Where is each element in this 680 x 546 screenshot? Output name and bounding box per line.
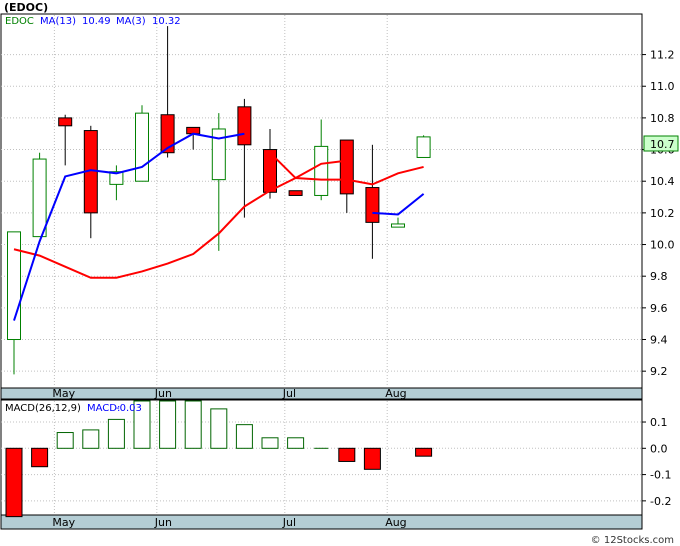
legend-ma13-label: MA(13) — [40, 16, 76, 27]
last-price-value: 10.7 — [650, 138, 675, 151]
candle-down — [288, 190, 303, 196]
price-tick-label: 10.0 — [650, 239, 675, 252]
price-tick-label: 10.4 — [650, 175, 675, 188]
month-label: May — [52, 387, 75, 400]
macd-xaxis-band — [0, 514, 643, 530]
macd-bar-positive — [107, 418, 125, 449]
price-xaxis-band — [0, 387, 643, 400]
macd-tick-label: 0.0 — [650, 442, 668, 455]
macd-tick-label: -0.1 — [650, 469, 671, 482]
candle-up — [416, 136, 431, 158]
price-macd-chart: 9.29.49.69.810.010.210.410.610.811.011.2… — [0, 13, 679, 530]
macd-bar-positive — [210, 408, 228, 449]
price-tick-label: 9.8 — [650, 270, 668, 283]
candle-up — [391, 223, 405, 228]
price-tick-label: 9.2 — [650, 365, 668, 378]
candle-down — [365, 187, 380, 223]
candle-up — [314, 145, 329, 196]
month-label-macd: Jul — [282, 516, 296, 529]
macd-bar-negative — [31, 447, 49, 468]
macd-tick-label: 0.1 — [650, 416, 668, 429]
price-tick-label: 10.2 — [650, 207, 675, 220]
candle-up — [211, 128, 226, 181]
price-tick-label: 11.2 — [650, 49, 675, 62]
month-label-macd: May — [52, 516, 75, 529]
price-tick-label: 10.8 — [650, 112, 675, 125]
candle-down — [237, 106, 252, 146]
macd-bar-negative — [5, 447, 23, 518]
macd-legend-value: -0.03 — [116, 403, 142, 414]
month-label-macd: Jun — [154, 516, 172, 529]
macd-bar-positive — [56, 432, 74, 449]
candle-up — [135, 112, 149, 182]
month-label: Jul — [282, 387, 296, 400]
legend-ma13-value: 10.49 — [82, 16, 111, 27]
candle-down — [58, 117, 73, 127]
candle-up — [32, 158, 47, 238]
macd-panel-frame — [0, 399, 643, 516]
macd-bar-positive — [235, 424, 253, 449]
legend-ma3-value: 10.32 — [152, 16, 181, 27]
month-label: Aug — [385, 387, 406, 400]
price-tick-label: 11.0 — [650, 80, 675, 93]
price-tick-label: 9.6 — [650, 302, 668, 315]
macd-bar-positive — [159, 400, 177, 449]
legend-ma3-label: MA(3) — [116, 16, 146, 27]
macd-bar-negative — [415, 447, 433, 457]
macd-bar-negative — [363, 447, 381, 470]
macd-bar-positive — [287, 437, 305, 449]
macd-bar-negative — [338, 447, 356, 462]
macd-tick-label: -0.2 — [650, 495, 671, 508]
macd-bar-positive — [184, 400, 202, 449]
macd-bar-positive — [261, 437, 279, 449]
candle-up — [7, 231, 21, 341]
month-label-macd: Aug — [385, 516, 406, 529]
candle-down — [339, 139, 354, 195]
month-label: Jun — [154, 387, 172, 400]
macd-bar-positive — [82, 429, 100, 449]
macd-legend-label: MACD(26,12,9) — [5, 403, 81, 414]
footer-credit: © 12Stocks.com — [590, 535, 674, 546]
legend-ticker: EDOC — [5, 16, 34, 27]
price-tick-label: 9.4 — [650, 334, 668, 347]
